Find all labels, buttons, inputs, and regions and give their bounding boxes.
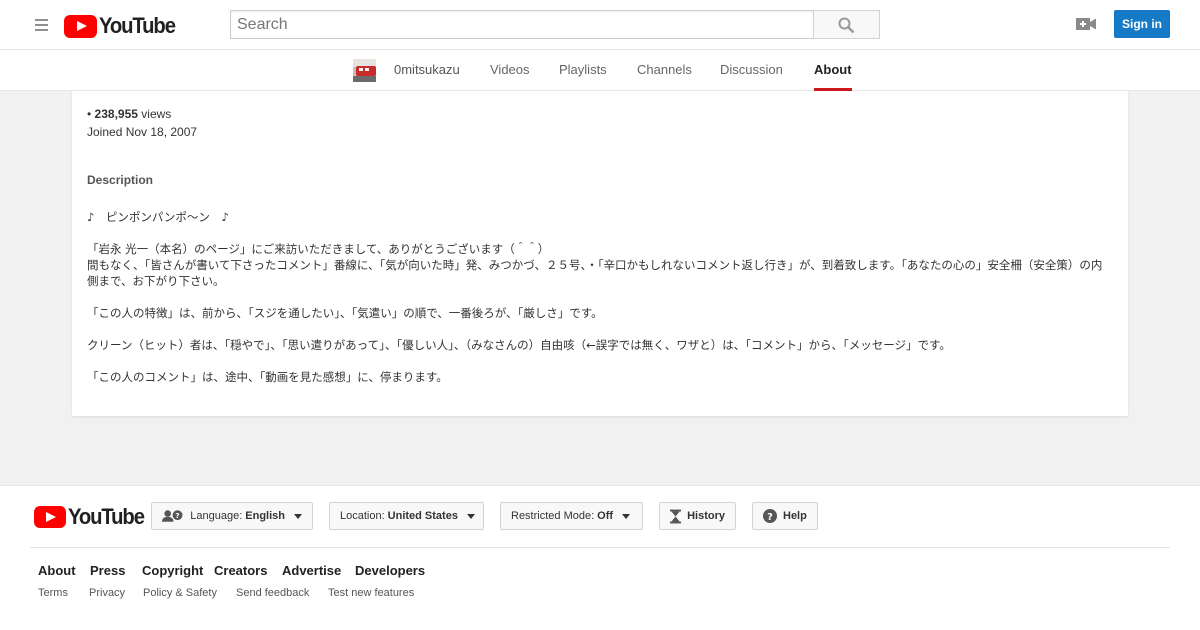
views-stat: • 238,955 views [87, 107, 171, 121]
location-picker-button[interactable]: Location: United States [329, 502, 484, 530]
description-text: ♪ ピンポンパンポ～ン ♪ 「岩永 光一（本名）のページ」にご来訪いただきまして… [87, 209, 1112, 385]
tab-playlists[interactable]: Playlists [559, 50, 607, 91]
description-heading: Description [87, 173, 154, 187]
location-value: United States [387, 510, 458, 522]
location-label: Location: [340, 510, 385, 522]
language-value: English [245, 510, 285, 522]
history-label: History [687, 510, 725, 522]
footer-link-send-feedback[interactable]: Send feedback [236, 587, 309, 599]
search-box [230, 10, 814, 39]
footer-link-privacy[interactable]: Privacy [89, 587, 125, 599]
footer-link-copyright[interactable]: Copyright [142, 563, 203, 578]
footer: YouTube ? Language: English Location: Un… [0, 485, 1200, 630]
chevron-down-icon [622, 513, 631, 519]
description-paragraph: クリーン（ヒット）者は、「穏やで」、「思い遣りがあって」、「優しい人」、（みなさ… [87, 338, 951, 352]
svg-text:?: ? [175, 511, 179, 520]
description-paragraph: 間もなく、「皆さんが書いて下さったコメント」番線に、「気が向いた時」発、みつかづ… [87, 258, 1103, 288]
footer-link-about[interactable]: About [38, 563, 76, 578]
history-button[interactable]: History [659, 502, 736, 530]
channel-name-link[interactable]: 0mitsukazu [394, 50, 460, 91]
help-button[interactable]: ? Help [752, 502, 818, 530]
views-count: 238,955 [94, 107, 138, 121]
hourglass-icon [670, 509, 682, 523]
views-label: views [141, 107, 172, 121]
help-label: Help [783, 510, 807, 522]
tab-channels[interactable]: Channels [637, 50, 692, 91]
footer-link-terms[interactable]: Terms [38, 587, 68, 599]
youtube-logo-text: YouTube [99, 13, 176, 38]
help-icon: ? [763, 509, 777, 523]
language-label: Language: [190, 510, 243, 522]
footer-logo-text: YouTube [68, 504, 145, 529]
chevron-down-icon [294, 513, 302, 519]
description-paragraph: ♪ ピンポンパンポ～ン ♪ [87, 210, 229, 224]
guide-menu-icon[interactable] [30, 14, 54, 36]
description-paragraph: 「この人のコメント」は、途中、「動画を見た感想」に、停まります。 [87, 370, 448, 384]
footer-youtube-logo[interactable]: YouTube [34, 504, 150, 530]
upload-icon[interactable] [1075, 14, 1097, 34]
footer-link-creators[interactable]: Creators [214, 563, 267, 578]
youtube-play-icon [64, 14, 97, 38]
description-paragraph: 「この人の特徴」は、前から、「スジを通したい」、「気遣い」の順で、一番後ろが、「… [87, 306, 603, 320]
footer-link-test-new-features[interactable]: Test new features [328, 587, 414, 599]
masthead: YouTube Sign in [0, 0, 1200, 50]
language-picker-button[interactable]: ? Language: English [151, 502, 313, 530]
tab-discussion[interactable]: Discussion [720, 50, 783, 91]
youtube-play-icon [34, 506, 66, 528]
footer-link-policy-safety[interactable]: Policy & Safety [143, 587, 217, 599]
tab-videos[interactable]: Videos [490, 50, 530, 91]
language-icon: ? [162, 510, 183, 522]
footer-link-press[interactable]: Press [90, 563, 125, 578]
search-input[interactable] [231, 11, 813, 38]
channel-nav: 0mitsukazu Videos Playlists Channels Dis… [0, 50, 1200, 91]
tab-about[interactable]: About [814, 50, 852, 91]
search-button[interactable] [813, 10, 880, 39]
about-card: • 238,955 views Joined Nov 18, 2007 Desc… [72, 91, 1128, 416]
sign-in-button[interactable]: Sign in [1114, 10, 1170, 38]
footer-link-developers[interactable]: Developers [355, 563, 425, 578]
youtube-logo[interactable]: YouTube [64, 13, 181, 39]
views-bullet: • [87, 107, 92, 121]
channel-avatar[interactable] [353, 59, 376, 82]
chevron-down-icon [466, 513, 475, 519]
joined-date: Joined Nov 18, 2007 [87, 125, 198, 139]
restricted-mode-button[interactable]: Restricted Mode: Off [500, 502, 643, 530]
footer-link-advertise[interactable]: Advertise [282, 563, 341, 578]
description-paragraph: 「岩永 光一（本名）のページ」にご来訪いただきまして、ありがとうございます（＾＾… [87, 242, 550, 256]
restricted-mode-value: Off [597, 510, 614, 522]
footer-divider [30, 547, 1170, 548]
search-icon [838, 17, 855, 34]
svg-text:?: ? [767, 512, 773, 523]
restricted-mode-label: Restricted Mode: [511, 510, 595, 522]
